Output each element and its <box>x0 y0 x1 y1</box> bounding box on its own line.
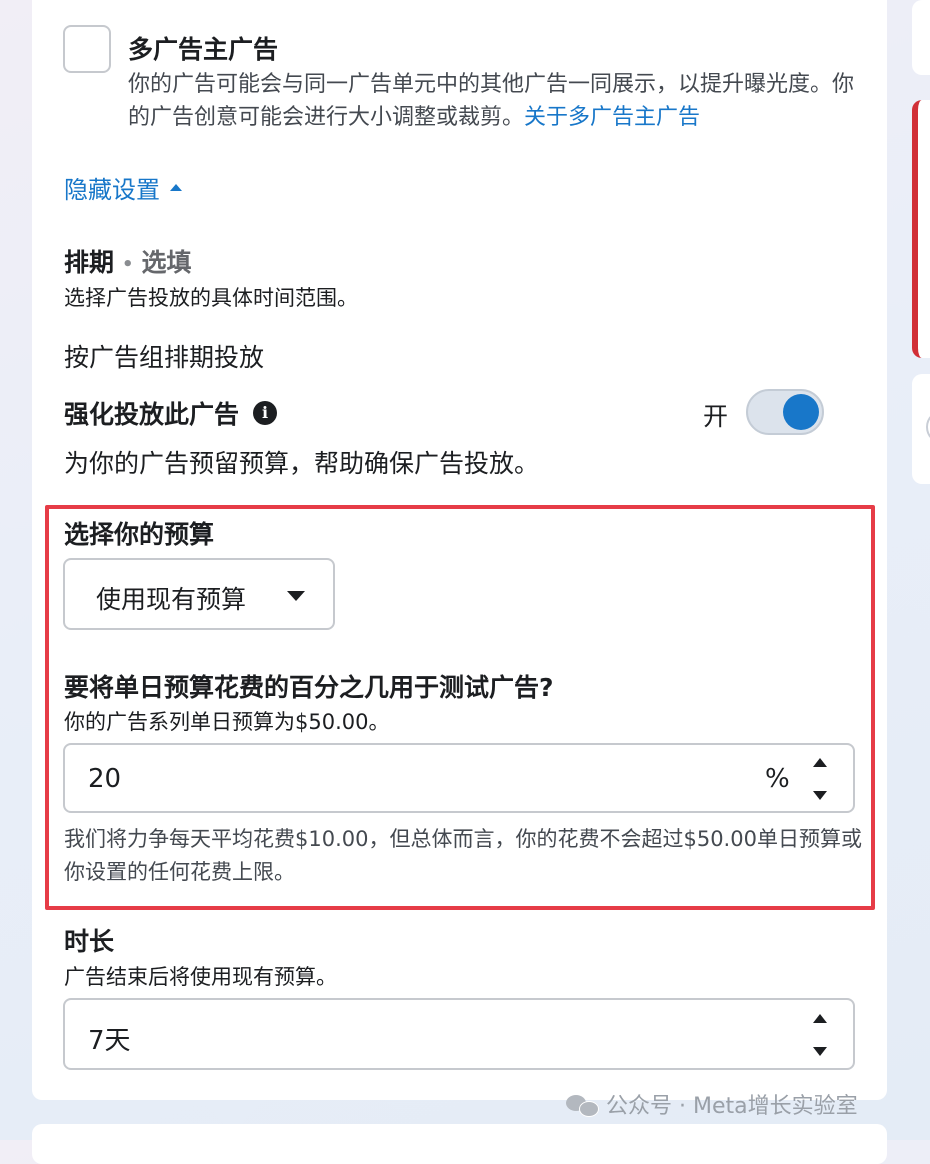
number-stepper[interactable] <box>812 758 828 800</box>
daily-budget-description: 你的广告系列单日预算为$50.00。 <box>64 710 390 734</box>
budget-select-value: 使用现有预算 <box>96 585 247 614</box>
next-card <box>32 1124 887 1164</box>
wechat-icon <box>566 1093 599 1117</box>
budget-percent-input[interactable]: 20 % <box>63 743 855 813</box>
schedule-by-ad-group: 按广告组排期投放 <box>64 343 265 372</box>
hide-settings-link[interactable]: 隐藏设置 <box>64 170 182 205</box>
boost-delivery-description: 为你的广告预留预算，帮助确保广告投放。 <box>64 449 540 478</box>
toggle-knob <box>783 394 819 430</box>
side-panel-card <box>912 0 930 75</box>
multi-advertiser-checkbox[interactable] <box>63 25 111 73</box>
side-panel-card-alert <box>912 100 930 358</box>
caret-up-icon <box>170 183 182 191</box>
budget-select[interactable]: 使用现有预算 <box>63 558 335 630</box>
info-icon[interactable]: i <box>253 401 278 425</box>
toggle-label: 开 <box>703 402 729 431</box>
multi-advertiser-title: 多广告主广告 <box>128 35 279 64</box>
watermark: 公众号 · Meta增长实验室 <box>566 1088 858 1120</box>
budget-percent-value: 20 <box>88 764 122 794</box>
duration-description: 广告结束后将使用现有预算。 <box>64 965 337 989</box>
boost-delivery-title: 强化投放此广告 i <box>64 395 278 431</box>
boost-delivery-toggle[interactable] <box>746 389 824 435</box>
side-panel-card <box>912 374 930 484</box>
schedule-title: 排期 • 选填 <box>64 248 192 277</box>
multi-advertiser-description: 你的广告可能会与同一广告单元中的其他广告一同展示，以提升曝光度。你的广告创意可能… <box>128 72 855 130</box>
multi-advertiser-link[interactable]: 关于多广告主广告 <box>524 105 700 130</box>
spend-note: 我们将力争每天平均花费$10.00，但总体而言，你的花费不会超过$50.00单日… <box>64 827 862 884</box>
optional-label: 选填 <box>141 248 192 277</box>
duration-value: 7天 <box>88 1026 131 1056</box>
budget-percent-question: 要将单日预算花费的百分之几用于测试广告? <box>64 673 554 702</box>
duration-input[interactable]: 7天 <box>63 998 855 1070</box>
number-stepper[interactable] <box>812 1014 828 1056</box>
schedule-description: 选择广告投放的具体时间范围。 <box>64 286 358 310</box>
radio-icon <box>926 410 930 444</box>
stepper-down-icon[interactable] <box>813 1047 827 1056</box>
duration-title: 时长 <box>64 927 115 956</box>
stepper-up-icon[interactable] <box>813 1014 827 1023</box>
budget-title: 选择你的预算 <box>64 520 215 549</box>
stepper-up-icon[interactable] <box>813 758 827 767</box>
chevron-down-icon <box>287 591 305 601</box>
percent-unit: % <box>765 764 790 794</box>
stepper-down-icon[interactable] <box>813 791 827 800</box>
